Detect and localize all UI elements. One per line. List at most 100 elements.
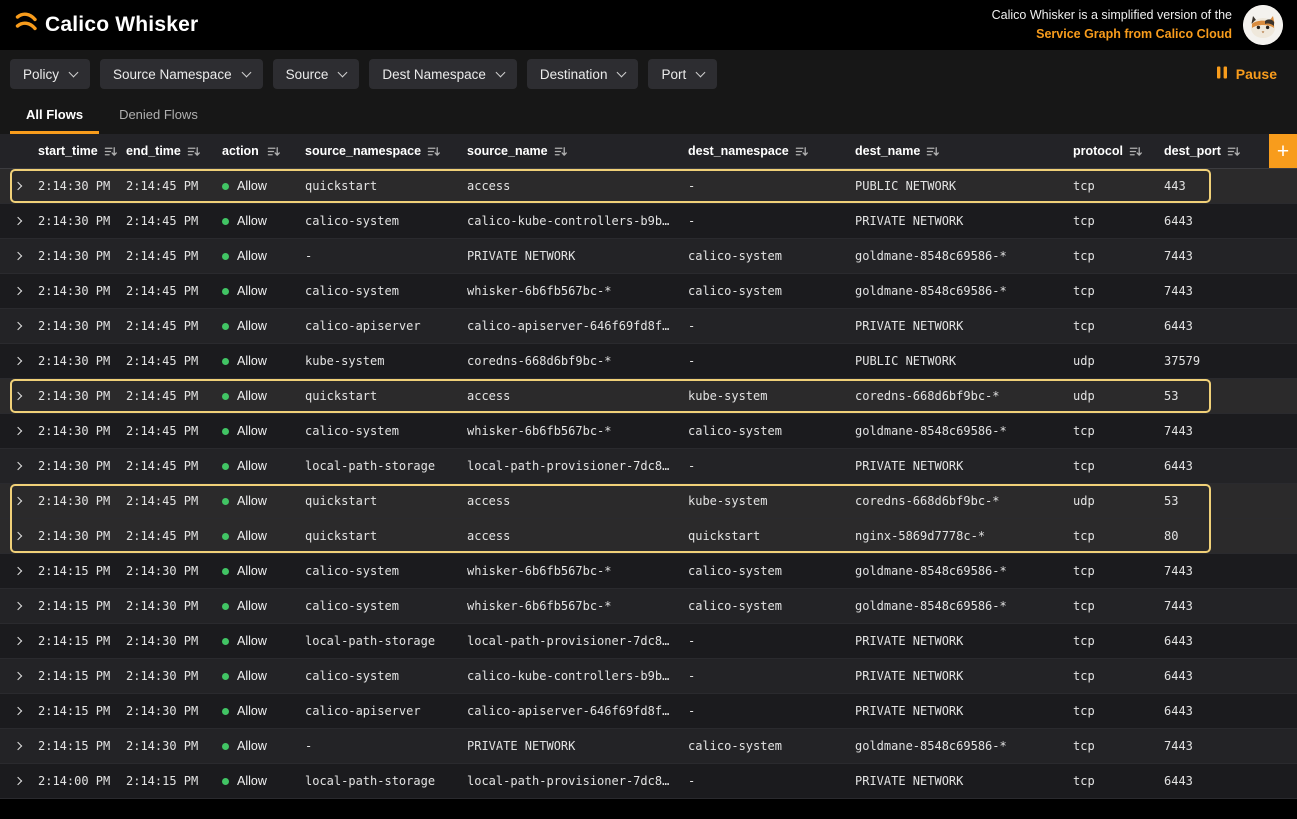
cell-start-time: 2:14:30 PM (36, 414, 124, 448)
allow-status-dot (222, 778, 229, 785)
sort-icon[interactable] (1129, 145, 1142, 158)
chevron-right-icon[interactable] (14, 602, 22, 610)
chevron-right-icon[interactable] (14, 357, 22, 365)
expand-cell[interactable] (0, 309, 36, 343)
table-row[interactable]: 2:14:30 PM 2:14:45 PM Allow calico-apise… (0, 309, 1297, 344)
cell-dest-name: PUBLIC NETWORK (853, 169, 1071, 203)
allow-status-dot (222, 323, 229, 330)
filter-button-policy[interactable]: Policy (10, 59, 90, 89)
chevron-right-icon[interactable] (14, 427, 22, 435)
column-header-dest_namespace[interactable]: dest_namespace (686, 134, 853, 168)
expand-cell[interactable] (0, 204, 36, 238)
pause-button[interactable]: Pause (1216, 66, 1287, 82)
sort-icon[interactable] (427, 145, 440, 158)
chevron-right-icon[interactable] (14, 742, 22, 750)
sort-icon[interactable] (1227, 145, 1240, 158)
table-row[interactable]: 2:14:30 PM 2:14:45 PM Allow local-path-s… (0, 449, 1297, 484)
table-row[interactable]: 2:14:15 PM 2:14:30 PM Allow calico-syste… (0, 659, 1297, 694)
table-row[interactable]: 2:14:30 PM 2:14:45 PM Allow calico-syste… (0, 204, 1297, 239)
expand-cell[interactable] (0, 274, 36, 308)
expand-cell[interactable] (0, 729, 36, 763)
sort-icon[interactable] (554, 145, 567, 158)
table-row[interactable]: 2:14:15 PM 2:14:30 PM Allow calico-syste… (0, 554, 1297, 589)
add-filter-button[interactable]: + (1269, 134, 1297, 168)
column-header-protocol[interactable]: protocol (1071, 134, 1162, 168)
expand-cell[interactable] (0, 764, 36, 798)
sort-icon[interactable] (795, 145, 808, 158)
expand-cell[interactable] (0, 239, 36, 273)
sort-icon[interactable] (267, 145, 280, 158)
table-row[interactable]: 2:14:30 PM 2:14:45 PM Allow calico-syste… (0, 274, 1297, 309)
chevron-right-icon[interactable] (14, 777, 22, 785)
filter-button-source[interactable]: Source (273, 59, 360, 89)
expand-cell[interactable] (0, 554, 36, 588)
cell-protocol: udp (1071, 379, 1162, 413)
chevron-right-icon[interactable] (14, 532, 22, 540)
expand-cell[interactable] (0, 519, 36, 553)
column-header-action[interactable]: action (210, 134, 303, 168)
cell-dest-port: 37579 (1162, 344, 1260, 378)
sort-icon[interactable] (926, 145, 939, 158)
table-row[interactable]: 2:14:15 PM 2:14:30 PM Allow calico-apise… (0, 694, 1297, 729)
expand-cell[interactable] (0, 169, 36, 203)
cell-action: Allow (210, 764, 303, 798)
filter-button-source-namespace[interactable]: Source Namespace (100, 59, 263, 89)
table-row[interactable]: 2:14:00 PM 2:14:15 PM Allow local-path-s… (0, 764, 1297, 799)
filter-button-label: Dest Namespace (382, 67, 486, 82)
chevron-right-icon[interactable] (14, 462, 22, 470)
tab-denied-flows[interactable]: Denied Flows (103, 98, 214, 134)
table-row[interactable]: 2:14:30 PM 2:14:45 PM Allow quickstart a… (0, 169, 1297, 204)
column-header-dest_name[interactable]: dest_name (853, 134, 1071, 168)
filter-button-port[interactable]: Port (648, 59, 717, 89)
chevron-right-icon[interactable] (14, 567, 22, 575)
filter-button-destination[interactable]: Destination (527, 59, 639, 89)
expand-cell[interactable] (0, 624, 36, 658)
table-row[interactable]: 2:14:15 PM 2:14:30 PM Allow calico-syste… (0, 589, 1297, 624)
chevron-right-icon[interactable] (14, 497, 22, 505)
table-row[interactable]: 2:14:30 PM 2:14:45 PM Allow quickstart a… (0, 484, 1297, 519)
cell-source-name: calico-kube-controllers-b9b… (465, 204, 686, 238)
column-header-source_namespace[interactable]: source_namespace (303, 134, 465, 168)
cell-end-time: 2:14:30 PM (124, 554, 210, 588)
filter-button-dest-namespace[interactable]: Dest Namespace (369, 59, 517, 89)
table-row[interactable]: 2:14:30 PM 2:14:45 PM Allow quickstart a… (0, 519, 1297, 554)
chevron-right-icon[interactable] (14, 287, 22, 295)
cell-source-name: local-path-provisioner-7dc8… (465, 449, 686, 483)
chevron-right-icon[interactable] (14, 392, 22, 400)
column-header-start_time[interactable]: start_time (36, 134, 124, 168)
cell-dest-namespace: - (686, 344, 853, 378)
expand-cell[interactable] (0, 694, 36, 728)
expand-cell[interactable] (0, 344, 36, 378)
sort-icon[interactable] (187, 145, 200, 158)
sort-icon[interactable] (104, 145, 117, 158)
cell-source-namespace: calico-system (303, 659, 465, 693)
calico-logo-icon (14, 10, 38, 41)
chevron-right-icon[interactable] (14, 217, 22, 225)
cell-action-label: Allow (237, 564, 267, 578)
column-header-dest_port[interactable]: dest_port (1162, 134, 1260, 168)
expand-cell[interactable] (0, 484, 36, 518)
cell-end-time: 2:14:45 PM (124, 204, 210, 238)
table-row[interactable]: 2:14:30 PM 2:14:45 PM Allow calico-syste… (0, 414, 1297, 449)
expand-cell[interactable] (0, 659, 36, 693)
chevron-right-icon[interactable] (14, 322, 22, 330)
table-row[interactable]: 2:14:30 PM 2:14:45 PM Allow quickstart a… (0, 379, 1297, 414)
cell-start-time: 2:14:15 PM (36, 589, 124, 623)
chevron-right-icon[interactable] (14, 182, 22, 190)
expand-cell[interactable] (0, 414, 36, 448)
table-row[interactable]: 2:14:30 PM 2:14:45 PM Allow - PRIVATE NE… (0, 239, 1297, 274)
chevron-right-icon[interactable] (14, 672, 22, 680)
expand-cell[interactable] (0, 379, 36, 413)
chevron-right-icon[interactable] (14, 637, 22, 645)
expand-cell[interactable] (0, 589, 36, 623)
table-row[interactable]: 2:14:15 PM 2:14:30 PM Allow - PRIVATE NE… (0, 729, 1297, 764)
column-header-source_name[interactable]: source_name (465, 134, 686, 168)
column-header-end_time[interactable]: end_time (124, 134, 210, 168)
table-row[interactable]: 2:14:30 PM 2:14:45 PM Allow kube-system … (0, 344, 1297, 379)
chevron-right-icon[interactable] (14, 707, 22, 715)
table-row[interactable]: 2:14:15 PM 2:14:30 PM Allow local-path-s… (0, 624, 1297, 659)
service-graph-link[interactable]: Service Graph from Calico Cloud (992, 25, 1232, 44)
expand-cell[interactable] (0, 449, 36, 483)
tab-all-flows[interactable]: All Flows (10, 98, 99, 134)
chevron-right-icon[interactable] (14, 252, 22, 260)
